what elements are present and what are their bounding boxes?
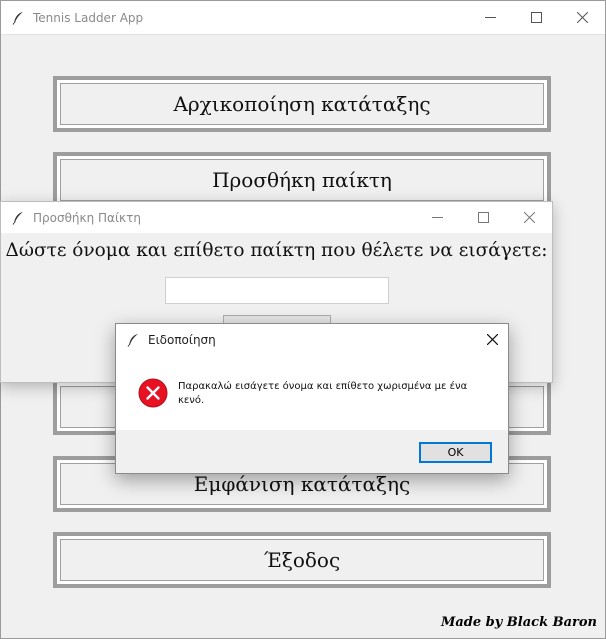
minimize-button[interactable] (414, 202, 460, 233)
minimize-button[interactable] (467, 1, 513, 34)
add-player-button[interactable]: Προσθήκη παίκτη (53, 152, 551, 208)
add-player-titlebar[interactable]: Προσθήκη Παίκτη (1, 202, 552, 233)
main-titlebar[interactable]: Tennis Ladder App (1, 1, 605, 35)
init-ranking-button[interactable]: Αρχικοποίηση κατάταξης (53, 76, 551, 132)
exit-button[interactable]: Έξοδος (53, 532, 551, 588)
dialog-close-button[interactable] (476, 324, 508, 355)
main-window-title: Tennis Ladder App (33, 10, 144, 25)
add-player-prompt: Δώστε όνομα και επίθετο παίκτη που θέλετ… (5, 240, 548, 261)
dialog-message: Παρακαλώ εισάγετε όνομα και επίθετο χωρι… (178, 381, 468, 406)
error-icon (138, 378, 168, 408)
feather-icon (127, 333, 138, 347)
player-name-input[interactable] (165, 277, 389, 304)
minimize-icon (484, 17, 496, 18)
maximize-button[interactable] (460, 202, 506, 233)
close-icon (486, 334, 498, 345)
ok-button[interactable]: OK (419, 442, 492, 463)
close-icon (523, 212, 535, 223)
minimize-icon (431, 217, 443, 218)
dialog-body: Παρακαλώ εισάγετε όνομα και επίθετο χωρι… (116, 355, 508, 432)
close-button[interactable] (506, 202, 552, 233)
close-button[interactable] (559, 1, 605, 34)
feather-icon (12, 211, 23, 225)
dialog-footer: OK (116, 430, 508, 473)
notification-dialog: Ειδοποίηση Παρακαλώ εισάγετε όνομα και ε… (115, 323, 509, 474)
add-player-window-title: Προσθήκη Παίκτη (33, 210, 141, 225)
dialog-titlebar[interactable]: Ειδοποίηση (116, 324, 508, 355)
maximize-button[interactable] (513, 1, 559, 34)
credit-text: Made by Black Baron (440, 615, 597, 630)
maximize-icon (477, 212, 489, 223)
maximize-icon (530, 12, 542, 23)
feather-icon (12, 11, 23, 25)
dialog-title: Ειδοποίηση (148, 332, 216, 347)
close-icon (576, 12, 588, 23)
